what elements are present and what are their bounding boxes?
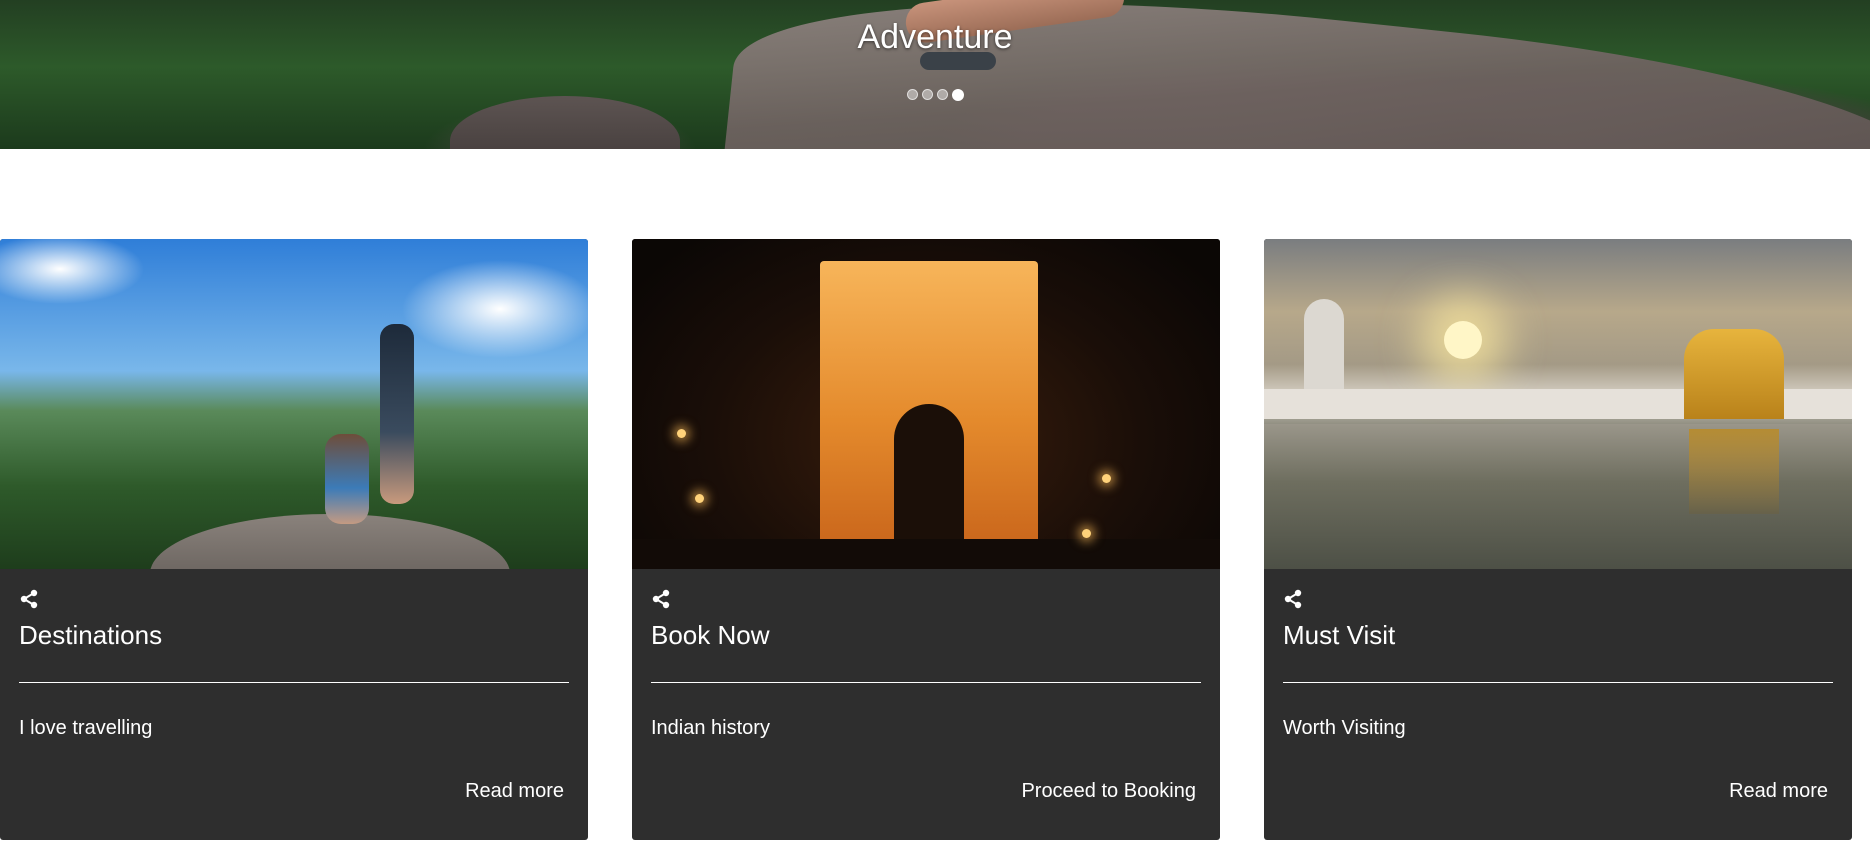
read-more-link[interactable]: Read more — [1729, 780, 1828, 803]
image-lamp — [1082, 529, 1091, 538]
card-body: Must Visit Worth Visiting Read more — [1264, 569, 1852, 840]
hero-carousel: Adventure — [0, 0, 1870, 149]
image-gate-archway — [894, 404, 964, 554]
image-rock — [150, 514, 510, 569]
read-more-link[interactable]: Read more — [465, 780, 564, 803]
image-lamp — [1102, 474, 1111, 483]
card-image-india-gate — [632, 239, 1220, 569]
card-body: Destinations I love travelling Read more — [0, 569, 588, 840]
image-ground — [632, 539, 1220, 569]
image-lamp — [677, 429, 686, 438]
card-title: Destinations — [19, 620, 163, 650]
share-icon[interactable] — [651, 589, 671, 609]
card-destinations: Destinations I love travelling Read more — [0, 239, 588, 840]
card-divider — [651, 682, 1201, 683]
carousel-indicator-1[interactable] — [906, 89, 918, 100]
share-icon[interactable] — [1283, 589, 1303, 609]
image-reflection — [1689, 429, 1779, 514]
image-golden-temple — [1684, 329, 1784, 419]
card-image-hikers — [0, 239, 588, 569]
card-divider — [1283, 682, 1833, 683]
image-hiker-standing — [380, 324, 414, 504]
card-divider — [19, 682, 569, 683]
image-sun — [1444, 321, 1482, 359]
image-lamp — [695, 494, 704, 503]
carousel-caption: Adventure — [857, 18, 1013, 56]
image-hiker-sitting — [325, 434, 369, 524]
proceed-to-booking-link[interactable]: Proceed to Booking — [1021, 780, 1196, 803]
card-book-now: Book Now Indian history Proceed to Booki… — [632, 239, 1220, 840]
card-text: Indian history — [651, 717, 770, 739]
card-text: I love travelling — [19, 717, 153, 739]
card-title: Book Now — [651, 620, 770, 650]
card-text: Worth Visiting — [1283, 717, 1406, 739]
card-body: Book Now Indian history Proceed to Booki… — [632, 569, 1220, 840]
card-image-golden-temple — [1264, 239, 1852, 569]
card-title: Must Visit — [1283, 620, 1396, 650]
hero-background-rock — [450, 96, 680, 149]
card-must-visit: Must Visit Worth Visiting Read more — [1264, 239, 1852, 840]
carousel-indicator-3[interactable] — [936, 89, 948, 100]
share-icon[interactable] — [19, 589, 39, 609]
image-white-tower — [1304, 299, 1344, 394]
carousel-indicator-4[interactable] — [951, 89, 964, 101]
carousel-indicators — [0, 89, 1870, 101]
carousel-indicator-2[interactable] — [921, 89, 933, 100]
